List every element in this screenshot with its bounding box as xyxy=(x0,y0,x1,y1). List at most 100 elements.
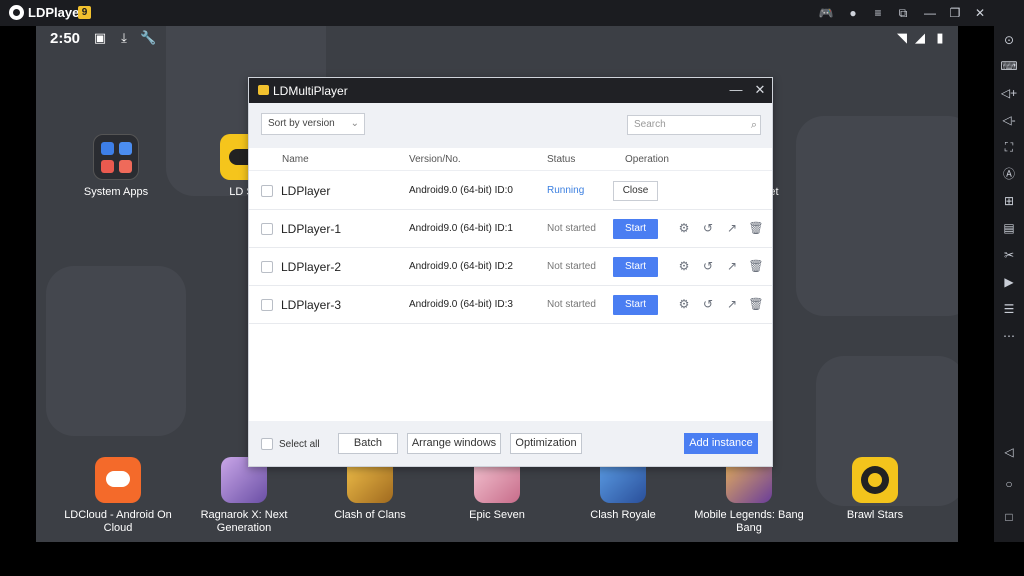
shortcut-icon[interactable]: ↗ xyxy=(724,296,740,312)
title-bar: LDPlayer 9 🎮 ● ≡ ⧉ — ❐ ✕ xyxy=(0,0,1024,26)
column-status: Status xyxy=(547,154,576,165)
start-instance-button[interactable]: Start xyxy=(613,257,658,277)
app-ldcloud[interactable]: LDCloud - Android On Cloud xyxy=(58,457,178,535)
search-input[interactable]: Search ⌕ xyxy=(627,115,761,135)
app-label: Ragnarok X: Next Generation xyxy=(200,509,288,534)
select-all-label: Select all xyxy=(279,439,320,450)
settings-icon[interactable]: ⚙ xyxy=(676,296,692,312)
signal-icon: ◢ xyxy=(915,30,925,45)
video-record-icon[interactable]: ▶ xyxy=(999,272,1019,292)
gamepad-icon[interactable]: 🎮 xyxy=(816,3,836,23)
screenshot-scissors-icon[interactable]: ✂ xyxy=(999,245,1019,265)
ldplayer-window: LDPlayer 9 🎮 ● ≡ ⧉ — ❐ ✕ 2:50 ▣ ⤓ 🔧 ◥ ◢ … xyxy=(0,0,1024,576)
dialog-toolbar: Sort by version ⌄ Search ⌕ xyxy=(249,103,772,148)
recents-icon[interactable]: □ xyxy=(999,507,1019,527)
dialog-title-bar: LDMultiPlayer — ✕ xyxy=(249,78,772,103)
row-checkbox[interactable] xyxy=(261,185,273,197)
start-instance-button[interactable]: Start xyxy=(613,219,658,239)
app-system-apps[interactable]: System Apps xyxy=(56,134,176,199)
right-toolbar: ⊙ ⌨ ◁+ ◁- ⛶ Ⓐ ⊞ ▤ ✂ ▶ ☰ ⋯ ◁ ○ □ xyxy=(994,26,1024,542)
instance-version: Android9.0 (64-bit) ID:3 xyxy=(409,299,513,310)
app-label: LDCloud - Android On Cloud xyxy=(64,509,172,534)
history-icon[interactable]: ↺ xyxy=(700,258,716,274)
sort-dropdown[interactable]: Sort by version ⌄ xyxy=(261,113,365,135)
instance-version: Android9.0 (64-bit) ID:1 xyxy=(409,223,513,234)
shortcut-icon[interactable]: ↗ xyxy=(724,220,740,236)
instance-name: LDPlayer-2 xyxy=(281,260,342,274)
menu-icon[interactable]: ≡ xyxy=(868,3,888,23)
column-version: Version/No. xyxy=(409,154,461,165)
app-ragnarok[interactable]: Ragnarok X: Next Generation xyxy=(184,457,304,535)
column-operation: Operation xyxy=(625,154,669,165)
app-label: Epic Seven xyxy=(469,509,525,521)
dialog-footer: Select all Batch Arrange windows Optimiz… xyxy=(249,421,772,466)
back-icon[interactable]: ◁ xyxy=(999,442,1019,462)
search-placeholder: Search xyxy=(634,119,666,130)
user-icon[interactable]: ● xyxy=(843,3,863,23)
restore-icon[interactable]: ❐ xyxy=(945,3,965,23)
history-icon[interactable]: ↺ xyxy=(700,220,716,236)
instance-status: Running xyxy=(547,185,585,196)
row-checkbox[interactable] xyxy=(261,299,273,311)
fullscreen-icon[interactable]: ⛶ xyxy=(999,137,1019,157)
keyboard-icon[interactable]: ⌨ xyxy=(999,56,1019,76)
brawl-stars-icon xyxy=(852,457,898,503)
wrench-icon: 🔧 xyxy=(140,30,157,45)
close-icon[interactable]: ✕ xyxy=(751,81,769,99)
version-badge: 9 xyxy=(78,6,91,19)
optimization-button[interactable]: Optimization xyxy=(510,433,582,454)
instance-status: Not started xyxy=(547,299,596,310)
instance-name: LDPlayer-3 xyxy=(281,298,342,312)
ldplayer-logo-icon xyxy=(9,5,24,20)
instance-name: LDPlayer-1 xyxy=(281,222,342,236)
column-name: Name xyxy=(282,154,309,165)
status-clock: 2:50 xyxy=(50,30,81,47)
apk-install-icon[interactable]: ▤ xyxy=(999,218,1019,238)
dialog-title: LDMultiPlayer xyxy=(273,84,348,98)
search-icon: ⌕ xyxy=(750,119,757,131)
ldmultiplayer-logo-icon xyxy=(258,85,269,95)
delete-icon[interactable]: 🗑 xyxy=(748,258,764,274)
operation-record-icon[interactable]: Ⓐ xyxy=(999,164,1019,184)
system-apps-icon xyxy=(93,134,139,180)
instance-version: Android9.0 (64-bit) ID:0 xyxy=(409,185,513,196)
instance-status: Not started xyxy=(547,223,596,234)
app-brawl-stars[interactable]: Brawl Stars xyxy=(815,457,935,522)
close-instance-button[interactable]: Close xyxy=(613,181,658,201)
settings-icon[interactable]: ⚙ xyxy=(676,220,692,236)
add-instance-button[interactable]: Add instance xyxy=(684,433,758,454)
table-header: Name Version/No. Status Operation xyxy=(249,148,772,171)
settings-circle-icon[interactable]: ⊙ xyxy=(999,30,1019,50)
arrange-windows-button[interactable]: Arrange windows xyxy=(407,433,501,454)
volume-up-icon[interactable]: ◁+ xyxy=(999,83,1019,103)
select-all-checkbox[interactable] xyxy=(261,438,273,450)
batch-button[interactable]: Batch xyxy=(338,433,398,454)
ldcloud-icon xyxy=(95,457,141,503)
delete-icon[interactable]: 🗑 xyxy=(748,220,764,236)
volume-down-icon[interactable]: ◁- xyxy=(999,110,1019,130)
download-icon: ⤓ xyxy=(121,30,127,45)
history-icon[interactable]: ↺ xyxy=(700,296,716,312)
shortcut-icon[interactable]: ↗ xyxy=(724,258,740,274)
table-row: LDPlayer Android9.0 (64-bit) ID:0 Runnin… xyxy=(249,172,772,210)
home-icon[interactable]: ○ xyxy=(999,474,1019,494)
delete-icon[interactable]: 🗑 xyxy=(748,296,764,312)
more-icon[interactable]: ⋯ xyxy=(999,326,1019,346)
close-icon[interactable]: ✕ xyxy=(970,3,990,23)
app-label: Clash of Clans xyxy=(334,509,406,521)
settings-icon[interactable]: ⚙ xyxy=(676,258,692,274)
app-mobile-legends[interactable]: Mobile Legends: Bang Bang xyxy=(689,457,809,535)
sync-icon[interactable]: ☰ xyxy=(999,299,1019,319)
battery-icon: ▮ xyxy=(936,30,944,45)
row-checkbox[interactable] xyxy=(261,223,273,235)
minimize-icon[interactable]: — xyxy=(727,81,745,99)
start-instance-button[interactable]: Start xyxy=(613,295,658,315)
instance-status: Not started xyxy=(547,261,596,272)
app-label: Mobile Legends: Bang Bang xyxy=(694,509,804,534)
background-shape xyxy=(46,266,186,436)
row-checkbox[interactable] xyxy=(261,261,273,273)
resize-icon[interactable]: ⧉ xyxy=(893,3,913,23)
minimize-icon[interactable]: — xyxy=(920,3,940,23)
table-row: LDPlayer-3 Android9.0 (64-bit) ID:3 Not … xyxy=(249,286,772,324)
add-window-icon[interactable]: ⊞ xyxy=(999,191,1019,211)
